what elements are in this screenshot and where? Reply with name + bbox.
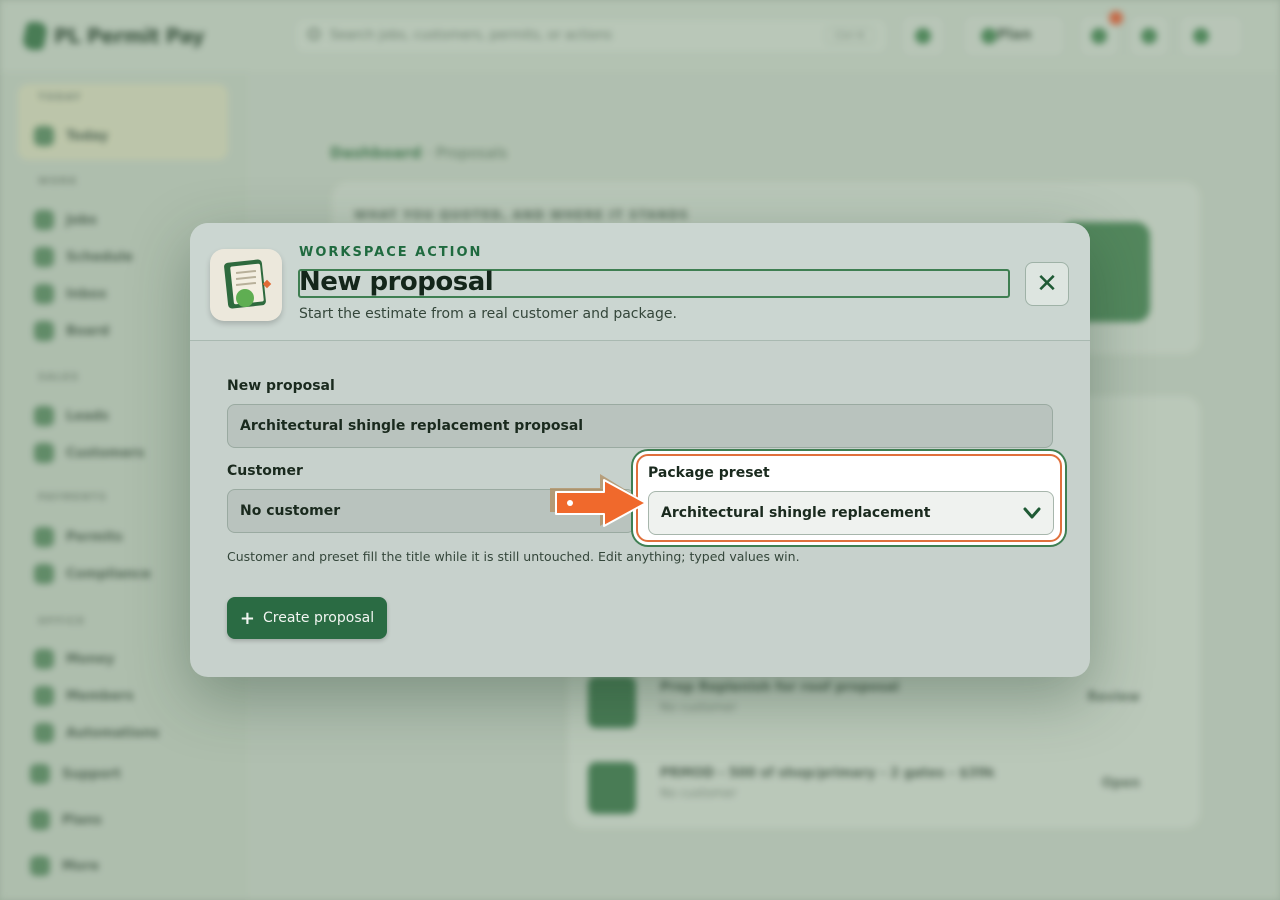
create-proposal-label: Create proposal bbox=[263, 610, 375, 626]
plus-icon: + bbox=[239, 607, 255, 629]
customer-label: Customer bbox=[227, 463, 303, 479]
proposal-name-value: Architectural shingle replacement propos… bbox=[240, 418, 584, 434]
dialog-subtitle: Start the estimate from a real customer … bbox=[299, 306, 677, 322]
dialog-title: New proposal bbox=[299, 267, 494, 297]
document-seal bbox=[236, 289, 254, 307]
new-proposal-dialog: WORKSPACE ACTION New proposal Start the … bbox=[190, 223, 1090, 677]
proposal-name-label: New proposal bbox=[227, 378, 335, 394]
package-preset-label: Package preset bbox=[648, 465, 770, 481]
customer-value: No customer bbox=[240, 503, 341, 519]
package-preset-highlight: Package preset Architectural shingle rep… bbox=[636, 454, 1062, 542]
package-preset-select[interactable]: Architectural shingle replacement bbox=[648, 491, 1054, 535]
proposal-name-input[interactable]: Architectural shingle replacement propos… bbox=[227, 404, 1053, 448]
create-proposal-button[interactable]: + Create proposal bbox=[227, 597, 387, 639]
dialog-eyebrow: WORKSPACE ACTION bbox=[299, 245, 483, 260]
dialog-header: WORKSPACE ACTION New proposal Start the … bbox=[190, 223, 1090, 341]
chevron-down-icon bbox=[1023, 507, 1041, 519]
close-button[interactable]: ✕ bbox=[1025, 262, 1069, 306]
package-preset-value: Architectural shingle replacement bbox=[661, 505, 931, 521]
proposal-document-icon bbox=[210, 249, 282, 321]
pointer-arrow-icon bbox=[550, 474, 647, 527]
close-icon: ✕ bbox=[1036, 269, 1058, 299]
helper-text: Customer and preset fill the title while… bbox=[227, 549, 800, 564]
